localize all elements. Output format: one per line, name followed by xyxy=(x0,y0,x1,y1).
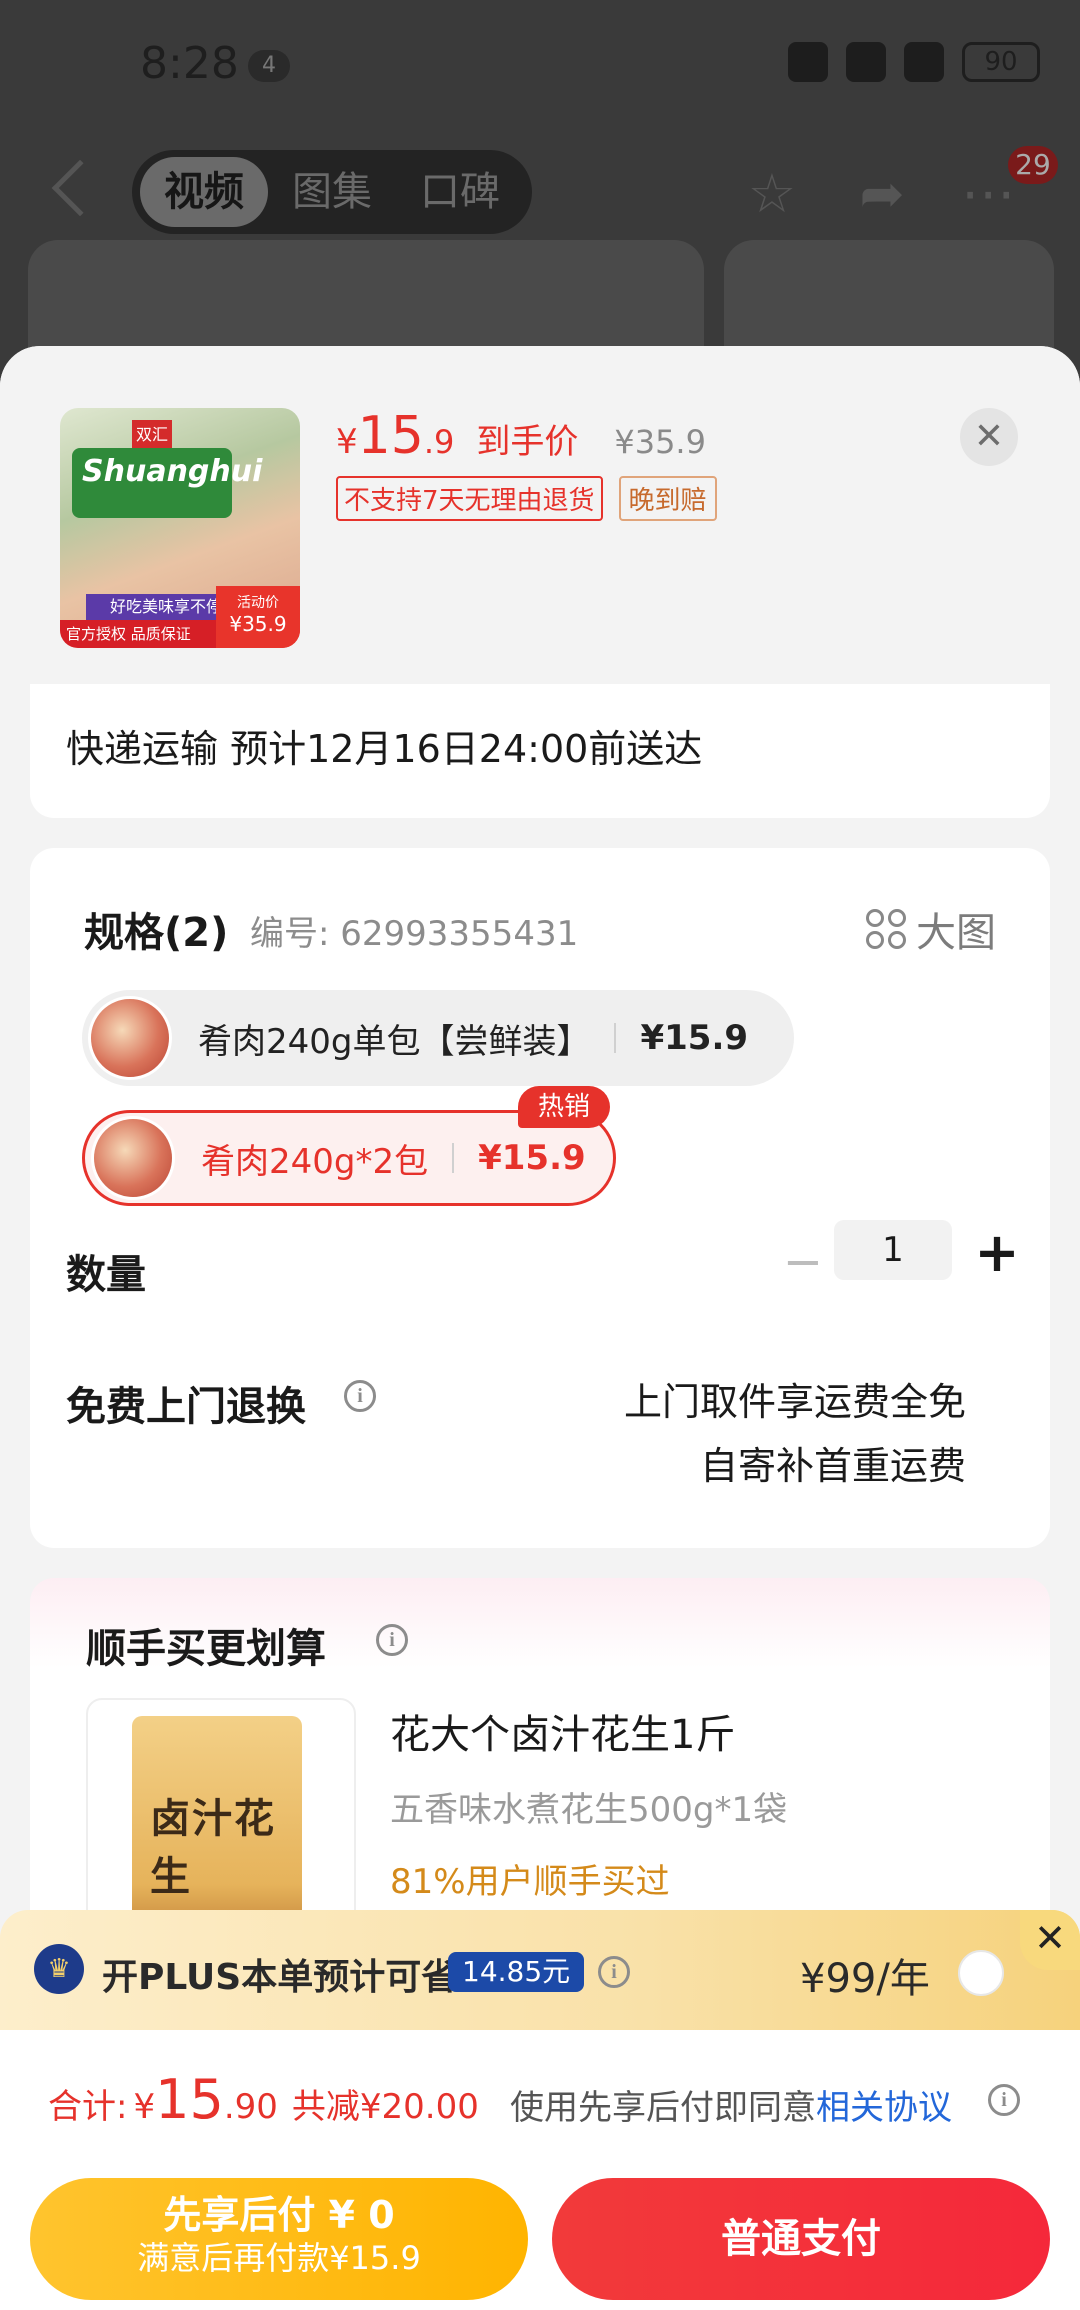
close-icon[interactable]: ✕ xyxy=(1020,1910,1080,1970)
plus-price: ¥99/年 xyxy=(800,1956,930,2002)
upsell-product-sub: 五香味水煮花生500g*1袋 xyxy=(390,1790,788,1830)
shipping-card: 快递运输 预计12月16日24:00前送达 xyxy=(30,684,1050,818)
crown-icon: ♛ xyxy=(34,1944,84,1994)
spec-card: 规格(2) 编号: 62993355431 大图 肴肉240g单包【尝鲜装】 ¥… xyxy=(30,848,1050,1548)
price-row: ¥ 15 .9 到手价 ¥35.9 xyxy=(336,406,706,466)
action-buttons: 先享后付 ¥ 0 满意后再付款¥15.9 普通支付 xyxy=(0,2164,1080,2310)
status-icons: 90 xyxy=(788,42,1040,82)
return-line-2: 自寄补首重运费 xyxy=(699,1444,966,1488)
tab-video[interactable]: 视频 xyxy=(140,157,268,227)
notification-count: 4 xyxy=(248,50,290,82)
back-icon[interactable] xyxy=(51,159,109,217)
grid-icon xyxy=(866,909,906,949)
variant-name: 肴肉240g单包【尝鲜装】 xyxy=(198,1021,591,1062)
spec-title: 规格(2) xyxy=(84,910,229,956)
upsell-title: 顺手买更划算 xyxy=(86,1626,326,1672)
no-return-tag: 不支持7天无理由退货 xyxy=(336,476,603,521)
original-price: ¥35.9 xyxy=(614,423,706,461)
status-bar: 8:28 4 90 xyxy=(0,0,1080,130)
brand-logo: 双汇 xyxy=(132,420,172,450)
variant-name: 肴肉240g*2包 xyxy=(201,1141,429,1182)
price-symbol: ¥ xyxy=(336,422,358,462)
tab-gallery[interactable]: 图集 xyxy=(268,157,396,227)
plus-saving-badge: 14.85元 xyxy=(448,1952,585,1992)
variant-divider xyxy=(452,1143,455,1173)
variant-thumbnail xyxy=(88,996,172,1080)
wifi-icon xyxy=(846,42,886,82)
hot-badge: 热销 xyxy=(518,1086,610,1128)
info-icon[interactable]: i xyxy=(344,1380,376,1412)
alarm-icon xyxy=(788,42,828,82)
brand-name: Shuanghui xyxy=(72,448,262,518)
agreement-prefix: 使用先享后付即同意 xyxy=(510,2088,816,2128)
more-badge: 29 xyxy=(1008,146,1058,184)
total-symbol: ¥ xyxy=(133,2087,156,2127)
big-image-label: 大图 xyxy=(916,910,996,956)
info-icon[interactable]: i xyxy=(598,1956,630,1988)
variant-price: ¥15.9 xyxy=(478,1138,586,1178)
quantity-plus-button[interactable]: + xyxy=(970,1226,1024,1282)
return-line-1: 上门取件享运费全免 xyxy=(623,1380,966,1424)
late-compensation-tag: 晚到赔 xyxy=(618,476,717,521)
free-return-label: 免费上门退换 xyxy=(66,1384,306,1430)
alert-icon xyxy=(904,42,944,82)
plus-radio[interactable] xyxy=(958,1950,1004,1996)
top-nav: 视频 图集 口碑 ☆ ➦ ⋯ xyxy=(0,140,1080,250)
big-image-button[interactable]: 大图 xyxy=(866,900,996,958)
share-icon[interactable]: ➦ xyxy=(852,164,912,224)
price-label: 到手价 xyxy=(476,422,579,462)
product-tags: 不支持7天无理由退货 晚到赔 xyxy=(336,476,717,521)
upsell-stat: 81%用户顺手买过 xyxy=(390,1862,670,1902)
pay-button[interactable]: 普通支付 xyxy=(552,2178,1050,2300)
shipping-text: 快递运输 预计12月16日24:00前送达 xyxy=(66,727,703,771)
agreement-text: 使用先享后付即同意相关协议 xyxy=(510,2080,952,2129)
quantity-minus-button[interactable]: − xyxy=(778,1234,828,1294)
total-label: 合计: xyxy=(48,2087,128,2127)
total-decimal: .90 xyxy=(223,2087,278,2127)
product-thumbnail[interactable]: 双汇 Shuanghui 好吃美味享不停 官方授权 品质保证 活动价 ¥35.9 xyxy=(60,408,300,648)
bag-label: 卤汁花生 xyxy=(150,1795,276,1900)
pay-later-button[interactable]: 先享后付 ¥ 0 满意后再付款¥15.9 xyxy=(30,2178,528,2300)
status-time: 8:28 xyxy=(140,38,239,89)
thumb-promo: 活动价 ¥35.9 xyxy=(216,586,300,648)
info-icon[interactable]: i xyxy=(376,1624,408,1656)
total-amount: 合计: ¥ 15 .90 共减¥20.00 xyxy=(48,2068,479,2131)
pay-later-title: 先享后付 ¥ 0 xyxy=(163,2193,395,2237)
variant-option-single[interactable]: 肴肉240g单包【尝鲜装】 ¥15.9 xyxy=(82,990,794,1086)
variant-thumbnail xyxy=(91,1116,175,1200)
tab-reviews[interactable]: 口碑 xyxy=(396,157,524,227)
close-icon[interactable]: ✕ xyxy=(960,408,1018,466)
total-integer: 15 xyxy=(155,2068,224,2131)
return-policy: 上门取件享运费全免 自寄补首重运费 xyxy=(624,1370,966,1498)
upsell-product-name[interactable]: 花大个卤汁花生1斤 xyxy=(390,1702,735,1760)
pay-later-subtitle: 满意后再付款¥15.9 xyxy=(137,2239,421,2277)
plus-banner[interactable]: ♛ 开PLUS本单预计可省 14.85元 i ¥99/年 ✕ xyxy=(0,1910,1080,2030)
star-icon[interactable]: ☆ xyxy=(742,164,802,224)
battery-icon: 90 xyxy=(962,42,1040,82)
price-decimal: .9 xyxy=(423,423,455,461)
agreement-link[interactable]: 相关协议 xyxy=(816,2088,952,2128)
quantity-input[interactable]: 1 xyxy=(834,1220,952,1280)
quantity-label: 数量 xyxy=(66,1252,146,1298)
total-saving: 共减¥20.00 xyxy=(291,2087,479,2127)
thumb-promo-label: 活动价 xyxy=(237,595,279,611)
spec-code: 编号: 62993355431 xyxy=(250,914,579,954)
variant-divider xyxy=(614,1023,617,1053)
product-header: 双汇 Shuanghui 好吃美味享不停 官方授权 品质保证 活动价 ¥35.9… xyxy=(0,346,1080,686)
info-icon[interactable]: i xyxy=(988,2084,1020,2116)
price-integer: 15 xyxy=(357,406,424,466)
media-tabs: 视频 图集 口碑 xyxy=(132,150,532,234)
variant-price: ¥15.9 xyxy=(640,1018,749,1058)
thumb-promo-price: ¥35.9 xyxy=(229,612,287,636)
total-bar: 合计: ¥ 15 .90 共减¥20.00 使用先享后付即同意相关协议 i xyxy=(0,2030,1080,2164)
plus-text: 开PLUS本单预计可省 xyxy=(102,1957,458,1998)
